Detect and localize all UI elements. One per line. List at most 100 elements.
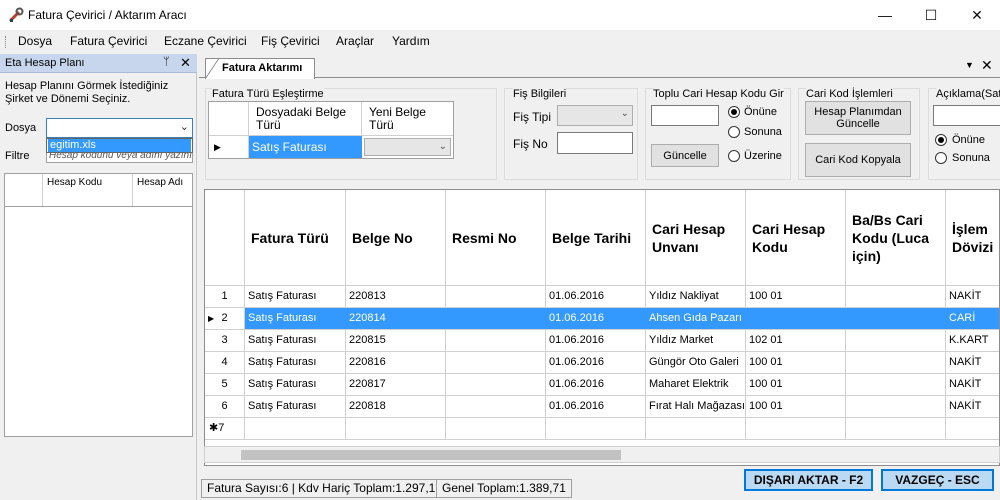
cari-kod-kopyala-button[interactable]: Cari Kod Kopyala [805,143,911,177]
cell-fatura-turu[interactable]: Satış Faturası [245,330,346,351]
cell-cari-hesap-kodu[interactable]: 100 01 [746,396,846,417]
radio-onune[interactable] [728,106,740,118]
table-row[interactable]: 6 Satış Faturası 220818 01.06.2016 Fırat Hal… [205,396,999,418]
maximize-button[interactable]: ☐ [908,0,954,30]
radio-aciklama-onune[interactable] [935,134,947,146]
cell-cari-hesap-unvani[interactable]: Yıldız Nakliyat [646,286,746,307]
horizontal-scrollbar[interactable] [204,446,1000,463]
cell-cari-hesap-kodu[interactable]: 100 01 [746,352,846,373]
cell-islem-dovizi[interactable]: NAKİT [946,352,999,373]
col-resmi-no[interactable]: Resmi No [446,190,546,286]
cell-babs-cari-kodu[interactable] [846,330,946,351]
panel-close-icon[interactable]: ✕ [180,55,191,71]
radio-uzerine[interactable] [728,150,740,162]
tab-fatura-aktarimi[interactable]: Fatura Aktarımı [205,58,315,79]
cell-resmi-no[interactable] [446,352,546,373]
cell-cari-hesap-unvani[interactable]: Yıldız Market [646,330,746,351]
cell-cari-hesap-kodu[interactable] [746,308,846,329]
menu-fatura-cevirici[interactable]: Fatura Çevirici [70,34,147,48]
fis-no-input[interactable] [557,132,633,154]
cell-islem-dovizi[interactable]: K.KART [946,330,999,351]
cell-babs-cari-kodu[interactable] [846,396,946,417]
menu-araclar[interactable]: Araçlar [336,34,374,48]
scrollbar-thumb[interactable] [241,450,621,460]
cell-cari-hesap-unvani[interactable] [646,418,746,439]
aciklama-input[interactable] [933,105,1000,126]
cell-fatura-turu[interactable]: Satış Faturası [245,352,346,373]
cell-belge-tarihi[interactable]: 01.06.2016 [546,352,646,373]
cell-resmi-no[interactable] [446,330,546,351]
cell-belge-no[interactable]: 220818 [346,396,446,417]
cell-cari-hesap-unvani[interactable]: Fırat Halı Mağazası [646,396,746,417]
cell-islem-dovizi[interactable]: CARİ [946,308,999,329]
cell-belge-no[interactable] [346,418,446,439]
menu-yardim[interactable]: Yardım [392,34,430,48]
cell-fatura-turu[interactable]: Satış Faturası [245,374,346,395]
toplu-cari-input[interactable] [651,105,719,126]
yeni-belge-turu-select[interactable]: ⌄ [364,138,451,156]
cell-babs-cari-kodu[interactable] [846,286,946,307]
hesap-planimdan-guncelle-button[interactable]: Hesap Planımdan Güncelle [805,101,911,135]
cell-belge-tarihi[interactable]: 01.06.2016 [546,396,646,417]
cell-resmi-no[interactable] [446,374,546,395]
cell-resmi-no[interactable] [446,286,546,307]
menu-fis-cevirici[interactable]: Fiş Çevirici [261,34,320,48]
cell-cari-hesap-kodu[interactable]: 100 01 [746,374,846,395]
table-row[interactable]: ▶ 2 Satış Faturası 220814 01.06.2016 Ahsen Gı… [205,308,999,330]
col-hesap-adi[interactable]: Hesap Adı [133,174,193,206]
cell-belge-tarihi[interactable] [546,418,646,439]
col-yeni-belge-turu[interactable]: Yeni Belge Türü [362,102,453,136]
radio-sonuna[interactable] [728,126,740,138]
col-islem-dovizi[interactable]: İşlem Dövizi [946,190,999,286]
cell-belge-tarihi[interactable]: 01.06.2016 [546,286,646,307]
cell-resmi-no[interactable] [446,396,546,417]
cell-fatura-turu[interactable]: Satış Faturası [245,396,346,417]
menu-eczane-cevirici[interactable]: Eczane Çevirici [164,34,247,48]
cell-belge-tarihi[interactable]: 01.06.2016 [546,374,646,395]
cell-belge-tarihi[interactable]: 01.06.2016 [546,330,646,351]
cell-babs-cari-kodu[interactable] [846,374,946,395]
dosya-select[interactable]: ⌄ [46,118,193,138]
cell-cari-hesap-unvani[interactable]: Güngör Oto Galeri [646,352,746,373]
cell-cari-hesap-kodu[interactable] [746,418,846,439]
close-button[interactable]: ✕ [954,0,1000,30]
cell-resmi-no[interactable] [446,308,546,329]
cell-belge-no[interactable]: 220815 [346,330,446,351]
cell-cari-hesap-kodu[interactable]: 102 01 [746,330,846,351]
table-row[interactable]: 5 Satış Faturası 220817 01.06.2016 Maharet E… [205,374,999,396]
col-hesap-kodu[interactable]: Hesap Kodu [43,174,133,206]
cell-islem-dovizi[interactable]: NAKİT [946,374,999,395]
cell-babs-cari-kodu[interactable] [846,308,946,329]
cell-belge-no[interactable]: 220816 [346,352,446,373]
cell-belge-no[interactable]: 220817 [346,374,446,395]
dosya-option-egitim[interactable]: egitim.xls [48,139,191,152]
cell-belge-tarihi[interactable]: 01.06.2016 [546,308,646,329]
new-table-row[interactable]: ✱7 [205,418,999,440]
cell-islem-dovizi[interactable]: NAKİT [946,286,999,307]
menu-dosya[interactable]: Dosya [18,34,52,48]
radio-aciklama-sonuna[interactable] [935,152,947,164]
cell-cari-hesap-unvani[interactable]: Ahsen Gıda Pazarı [646,308,746,329]
table-row[interactable]: 3 Satış Faturası 220815 01.06.2016 Yıldız Ma… [205,330,999,352]
table-row[interactable]: 4 Satış Faturası 220816 01.06.2016 Güngör Ot… [205,352,999,374]
pin-icon[interactable]: ᛘ [163,56,170,68]
cell-cari-hesap-unvani[interactable]: Maharet Elektrik [646,374,746,395]
cell-islem-dovizi[interactable] [946,418,999,439]
cell-belge-no[interactable]: 220814 [346,308,446,329]
col-fatura-turu[interactable]: Fatura Türü [245,190,346,286]
cell-babs-cari-kodu[interactable] [846,418,946,439]
col-cari-hesap-unvani[interactable]: Cari Hesap Unvanı [646,190,746,286]
cell-resmi-no[interactable] [446,418,546,439]
cell-fatura-turu[interactable]: Satış Faturası [245,286,346,307]
cell-belge-no[interactable]: 220813 [346,286,446,307]
cell-islem-dovizi[interactable]: NAKİT [946,396,999,417]
col-babs-cari-kodu[interactable]: Ba/Bs Cari Kodu (Luca için) [846,190,946,286]
col-belge-tarihi[interactable]: Belge Tarihi [546,190,646,286]
dosyadaki-belge-cell[interactable]: Satış Faturası [249,136,362,158]
vazgec-button[interactable]: VAZGEÇ - ESC [881,469,994,491]
col-dosyadaki-belge-turu[interactable]: Dosyadaki Belge Türü [249,102,362,136]
disari-aktar-button[interactable]: DIŞARI AKTAR - F2 [744,469,873,491]
cell-babs-cari-kodu[interactable] [846,352,946,373]
cell-fatura-turu[interactable]: Satış Faturası [245,308,346,329]
guncelle-button[interactable]: Güncelle [651,144,719,167]
